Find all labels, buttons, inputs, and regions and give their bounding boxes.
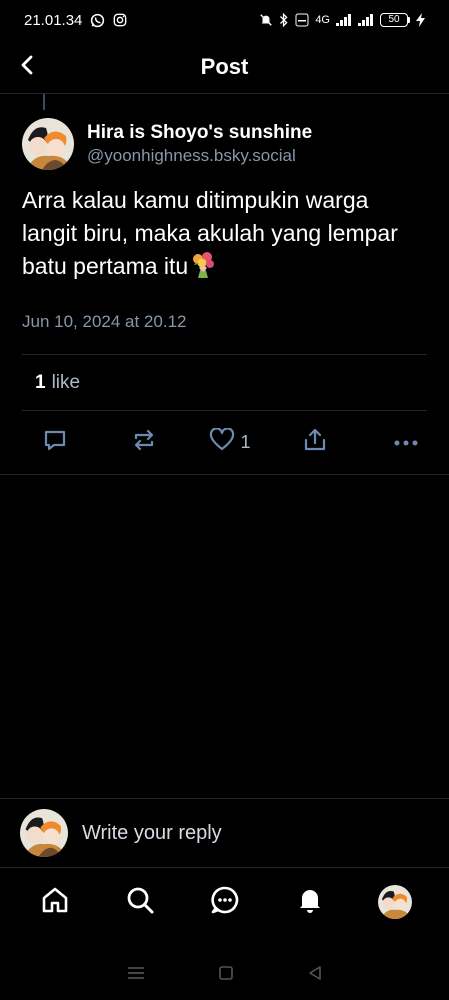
home-icon (40, 885, 70, 920)
likes-label: like (51, 371, 81, 393)
reply-composer[interactable]: Write your reply (0, 798, 449, 868)
whatsapp-icon (90, 13, 105, 28)
like-button[interactable]: 1 (182, 423, 277, 463)
user-avatar (20, 809, 68, 857)
likes-count: 1 (35, 371, 46, 393)
likes-summary[interactable]: 1 like (0, 355, 449, 410)
repost-icon (131, 427, 157, 458)
post-timestamp: Jun 10, 2024 at 20.12 (22, 312, 187, 331)
mute-icon (259, 13, 273, 27)
nav-notifications[interactable] (285, 877, 335, 927)
status-time: 21.01.34 (24, 11, 83, 29)
search-icon (125, 885, 155, 920)
nav-home[interactable] (30, 877, 80, 927)
comment-icon (42, 427, 68, 458)
page-title: Post (200, 53, 249, 79)
profile-avatar (377, 885, 412, 919)
signal-icon-2 (358, 14, 374, 26)
network-type: 4G (315, 14, 330, 26)
share-button[interactable] (277, 423, 353, 463)
back-button[interactable] (14, 54, 40, 80)
like-count: 1 (240, 432, 251, 452)
bouquet-emoji-icon (190, 251, 216, 288)
home-square-icon[interactable] (218, 965, 234, 986)
post: Hira is Shoyo's sunshine @yoonhighness.b… (0, 112, 449, 475)
signal-icon (336, 14, 352, 26)
heart-icon (209, 427, 235, 457)
volte-icon (295, 13, 309, 27)
chevron-left-icon (20, 55, 34, 80)
more-options-button[interactable] (353, 423, 419, 463)
back-triangle-icon[interactable] (307, 965, 323, 986)
post-actions: 1 (0, 411, 449, 475)
author-handle[interactable]: @yoonhighness.bsky.social (87, 145, 312, 167)
bottom-nav (0, 868, 449, 936)
battery-level: 50 (380, 13, 408, 27)
reply-button[interactable] (30, 423, 106, 463)
header: Post (0, 40, 449, 94)
author-display-name[interactable]: Hira is Shoyo's sunshine (87, 121, 312, 145)
nav-chat[interactable] (200, 877, 250, 927)
nav-profile[interactable] (370, 877, 420, 927)
menu-icon[interactable] (127, 965, 145, 986)
battery-icon: 50 (380, 13, 410, 27)
nav-search[interactable] (115, 877, 165, 927)
post-text: Arra kalau kamu ditimpukin warga langit … (0, 184, 430, 288)
more-horizontal-icon (393, 434, 419, 452)
bluetooth-icon (279, 13, 289, 27)
thread-line (43, 94, 45, 110)
instagram-icon (113, 13, 127, 27)
author-avatar[interactable] (22, 118, 74, 170)
share-icon (303, 427, 327, 458)
bell-icon (295, 885, 325, 920)
reply-input[interactable]: Write your reply (82, 822, 222, 845)
charging-icon (416, 13, 425, 27)
status-bar: 21.01.34 4G 50 (0, 0, 449, 40)
repost-button[interactable] (106, 423, 182, 463)
chat-icon (210, 885, 240, 920)
author-row[interactable]: Hira is Shoyo's sunshine @yoonhighness.b… (0, 112, 449, 176)
system-nav (0, 950, 449, 1000)
